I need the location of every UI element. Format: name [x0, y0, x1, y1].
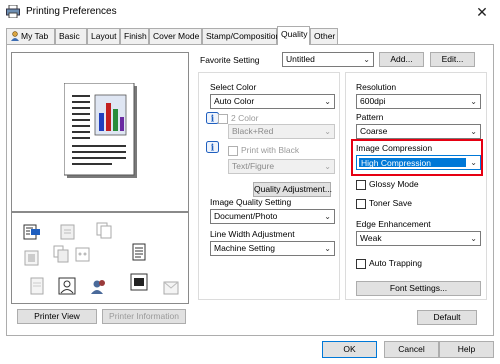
quality-adjustment-button[interactable]: Quality Adjustment...: [253, 182, 332, 197]
text-figure-select[interactable]: Text/Figure ⌄: [228, 159, 335, 174]
box-icon: [130, 273, 148, 291]
favorite-setting-value: Untitled: [286, 54, 315, 64]
toner-save-checkbox[interactable]: [356, 199, 366, 209]
chevron-down-icon: ⌄: [324, 127, 331, 136]
chevron-down-icon: ⌄: [470, 158, 477, 167]
image-compression-select[interactable]: High Compression ⌄: [356, 155, 481, 170]
glossy-mode-checkbox[interactable]: [356, 180, 366, 190]
two-color-label: 2 Color: [231, 113, 259, 123]
info-icon: i: [206, 141, 219, 154]
tab-label: Basic: [59, 31, 80, 41]
printer-information-button[interactable]: Printer Information: [102, 309, 186, 324]
tab-label: Quality: [281, 29, 308, 39]
two-color-select[interactable]: Black+Red ⌄: [228, 124, 335, 139]
two-color-value: Black+Red: [232, 126, 274, 136]
document-icon: [132, 243, 146, 261]
tab-label: Finish: [124, 31, 147, 41]
add-favorite-button[interactable]: Add...: [379, 52, 424, 67]
line-width-adjustment-select[interactable]: Machine Setting ⌄: [210, 241, 335, 256]
image-quality-setting-select[interactable]: Document/Photo ⌄: [210, 209, 335, 224]
image-compression-label: Image Compression: [356, 143, 433, 153]
ok-button[interactable]: OK: [322, 341, 377, 358]
print-with-black-checkbox[interactable]: [228, 146, 238, 156]
tab-label: Cover Mode: [153, 31, 200, 41]
tab-layout[interactable]: Layout: [87, 28, 120, 44]
auto-trapping-checkbox[interactable]: [356, 259, 366, 269]
select-color-label: Select Color: [210, 82, 257, 92]
chevron-down-icon: ⌄: [324, 162, 331, 171]
pattern-value: Coarse: [360, 126, 388, 136]
pattern-label: Pattern: [356, 112, 384, 122]
page-icon: [30, 277, 44, 295]
finisher-icon: [96, 222, 112, 239]
tab-finish[interactable]: Finish: [120, 28, 149, 44]
svg-text:i: i: [211, 144, 215, 154]
chevron-down-icon: ⌄: [363, 55, 370, 64]
edge-enhancement-select[interactable]: Weak ⌄: [356, 231, 481, 246]
tab-label: Layout: [91, 31, 117, 41]
tab-other[interactable]: Other: [310, 28, 338, 44]
printer-options-panel: [11, 212, 189, 304]
resolution-label: Resolution: [356, 82, 397, 92]
line-width-adjustment-label: Line Width Adjustment: [210, 229, 295, 239]
favorite-setting-label: Favorite Setting: [200, 55, 260, 65]
tab-basic[interactable]: Basic: [55, 28, 87, 44]
two-color-checkbox[interactable]: [218, 114, 228, 124]
tab-cover-mode[interactable]: Cover Mode: [149, 28, 202, 44]
edit-favorite-button[interactable]: Edit...: [430, 52, 475, 67]
tab-quality[interactable]: Quality: [277, 26, 310, 45]
image-quality-setting-value: Document/Photo: [214, 211, 278, 221]
account-track-icon: [91, 280, 105, 294]
user-icon: [11, 31, 19, 41]
select-color-value: Auto Color: [214, 96, 255, 106]
resolution-value: 600dpi: [360, 96, 386, 106]
resolution-select[interactable]: 600dpi ⌄: [356, 94, 481, 109]
font-settings-button[interactable]: Font Settings...: [356, 281, 481, 296]
svg-text:i: i: [211, 115, 215, 125]
tab-label: My Tab: [21, 31, 49, 41]
pattern-select[interactable]: Coarse ⌄: [356, 124, 481, 139]
default-button[interactable]: Default: [417, 310, 477, 325]
output-tray-icon: [60, 224, 75, 240]
tab-my-tab[interactable]: My Tab: [6, 28, 55, 44]
user-auth-icon: [58, 277, 76, 295]
image-quality-setting-label: Image Quality Setting: [210, 197, 292, 207]
punch-icon: [75, 247, 90, 262]
printer-view-button[interactable]: Printer View: [17, 309, 97, 324]
print-preview-panel: [11, 52, 189, 212]
chevron-down-icon: ⌄: [470, 97, 477, 106]
window-title: Printing Preferences: [26, 6, 117, 17]
chevron-down-icon: ⌄: [324, 244, 331, 253]
tab-stamp-composition[interactable]: Stamp/Composition: [202, 28, 281, 44]
edge-enhancement-label: Edge Enhancement: [356, 219, 431, 229]
line-width-adjustment-value: Machine Setting: [214, 243, 275, 253]
staple-icon: [24, 250, 39, 266]
glossy-mode-label: Glossy Mode: [369, 179, 419, 189]
help-button[interactable]: Help: [439, 341, 494, 358]
favorite-setting-select[interactable]: Untitled ⌄: [282, 52, 374, 67]
toner-save-label: Toner Save: [369, 198, 412, 208]
tray-icon: [23, 224, 40, 240]
image-compression-value: High Compression: [359, 158, 466, 168]
edge-enhancement-value: Weak: [360, 233, 382, 243]
chevron-down-icon: ⌄: [470, 127, 477, 136]
tab-label: Stamp/Composition: [206, 31, 281, 41]
text-figure-value: Text/Figure: [232, 161, 275, 171]
chevron-down-icon: ⌄: [324, 97, 331, 106]
envelope-icon: [163, 281, 179, 295]
chevron-down-icon: ⌄: [470, 234, 477, 243]
printer-icon: [6, 5, 20, 18]
select-color-select[interactable]: Auto Color ⌄: [210, 94, 335, 109]
chevron-down-icon: ⌄: [324, 212, 331, 221]
cancel-button[interactable]: Cancel: [384, 341, 439, 358]
booklet-icon: [53, 245, 69, 263]
page-preview-image: [64, 83, 137, 178]
print-with-black-label: Print with Black: [241, 145, 300, 155]
close-button[interactable]: ✕: [468, 2, 496, 22]
tab-label: Other: [314, 31, 336, 41]
auto-trapping-label: Auto Trapping: [369, 258, 422, 268]
